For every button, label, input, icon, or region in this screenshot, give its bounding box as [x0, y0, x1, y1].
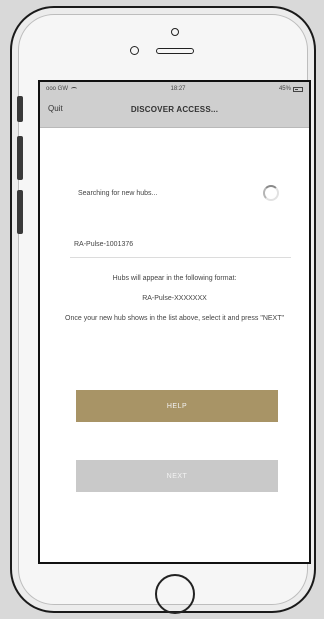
page-title: DISCOVER ACCESS...	[130, 105, 219, 114]
hub-list-item[interactable]: RA-Pulse-1001376	[70, 232, 291, 258]
help-button[interactable]: HELP	[76, 390, 278, 422]
wifi-icon	[71, 87, 78, 91]
navigation-bar: ooo GW 18:27 45% Quit DISCOVER ACCESS...	[40, 82, 309, 128]
searching-text: Searching for new hubs...	[78, 189, 158, 197]
volume-up-button	[17, 136, 23, 180]
proximity-sensor	[171, 28, 179, 36]
search-status-row: Searching for new hubs...	[78, 180, 279, 206]
loading-spinner-icon	[263, 185, 279, 201]
mute-switch	[17, 96, 23, 122]
status-bar: ooo GW 18:27 45%	[40, 82, 309, 96]
info-instructions: Once your new hub shows in the list abov…	[65, 315, 284, 322]
phone-frame: ooo GW 18:27 45% Quit DISCOVER ACCESS...	[10, 6, 316, 614]
app-screen: ooo GW 18:27 45% Quit DISCOVER ACCESS...	[38, 80, 311, 564]
main-content: Searching for new hubs... RA-Pulse-10013…	[40, 128, 309, 562]
info-format-example: RA-Pulse-XXXXXXX	[142, 295, 207, 302]
status-time: 18:27	[170, 86, 186, 92]
battery-icon	[292, 86, 303, 92]
next-button[interactable]: NEXT	[76, 460, 278, 492]
stage: ooo GW 18:27 45% Quit DISCOVER ACCESS...	[0, 0, 324, 619]
hub-list-item-label: RA-Pulse-1001376	[74, 241, 134, 248]
carrier-text: ooo GW	[46, 86, 69, 92]
home-button[interactable]	[155, 574, 195, 614]
front-camera-icon	[130, 46, 139, 55]
earpiece-speaker	[156, 48, 194, 54]
nav-row: Quit DISCOVER ACCESS...	[40, 96, 309, 126]
battery-percent: 45%	[278, 86, 291, 92]
status-left: ooo GW	[46, 86, 78, 92]
status-right: 45%	[279, 86, 303, 92]
info-block: Hubs will appear in the following format…	[56, 274, 293, 324]
volume-down-button	[17, 190, 23, 234]
info-format-intro: Hubs will appear in the following format…	[112, 275, 237, 282]
